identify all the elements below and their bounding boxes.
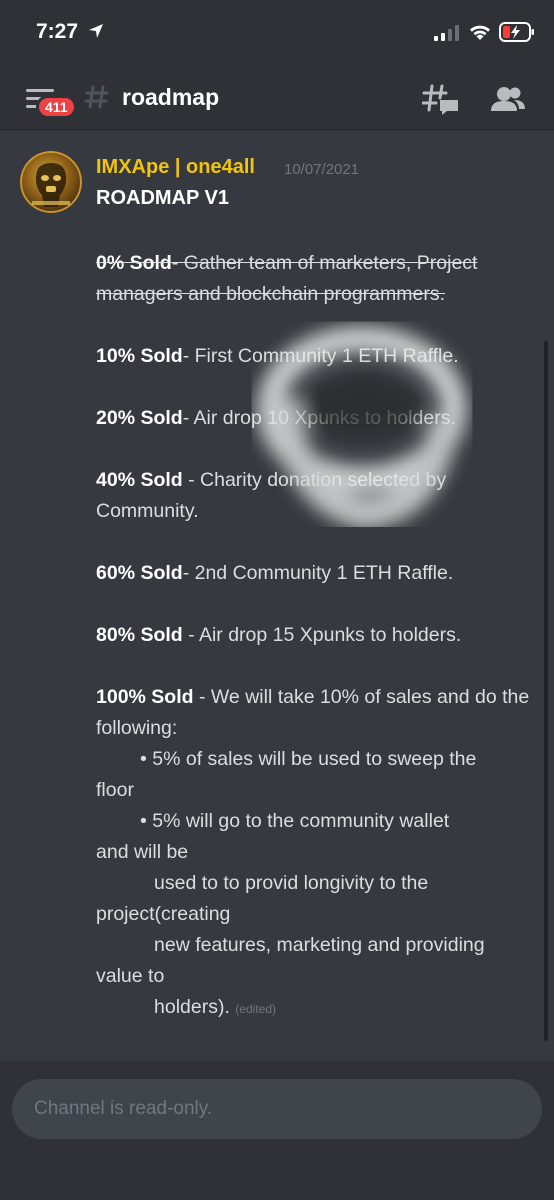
milestone-label: 100% Sold xyxy=(96,686,194,708)
status-bar: 7:27 xyxy=(0,0,554,64)
milestone-text: - First Community 1 ETH Raffle. xyxy=(182,345,459,367)
roadmap-60-percent: 60% Sold- 2nd Community 1 ETH Raffle. xyxy=(96,558,536,589)
final-line-text: holders). xyxy=(154,996,230,1018)
composer-placeholder: Channel is read-only. xyxy=(34,1098,213,1119)
battery-charging-icon xyxy=(499,22,534,42)
indented-line: new features, marketing and providing xyxy=(154,934,485,956)
indented-line-wrap: value to xyxy=(96,965,165,987)
milestone-text: - 2nd Community 1 ETH Raffle. xyxy=(182,562,454,584)
milestone-label: 10% Sold xyxy=(96,345,183,367)
milestone-label: 0% Sold xyxy=(96,252,172,274)
roadmap-0-percent: 0% Sold- Gather team of marketers, Proje… xyxy=(96,248,536,310)
roadmap-40-percent: 40% Sold - Charity donation selected by … xyxy=(96,465,536,527)
scrollbar[interactable] xyxy=(544,341,548,1041)
composer: Channel is read-only. xyxy=(0,1061,554,1200)
milestone-label: 20% Sold xyxy=(96,407,183,429)
bullet-line-wrap: floor xyxy=(96,779,134,801)
unread-badge: 411 xyxy=(36,95,77,119)
message-title: ROADMAP V1 xyxy=(96,187,229,209)
roadmap-10-percent: 10% Sold- First Community 1 ETH Raffle. xyxy=(96,341,536,372)
ape-avatar-image xyxy=(20,151,82,213)
milestone-label: 60% Sold xyxy=(96,562,183,584)
milestone-label: 80% Sold xyxy=(96,624,183,646)
wifi-icon xyxy=(470,25,490,40)
roadmap-20-percent: 20% Sold- Air drop 10 Xpunks to holders. xyxy=(96,403,536,434)
milestone-text: - Air drop 10 Xpunks to holders. xyxy=(182,407,456,429)
milestone-label: 40% Sold xyxy=(96,469,183,491)
channel-name: roadmap xyxy=(122,84,220,110)
indented-line-wrap: project(creating xyxy=(96,903,231,925)
location-arrow-icon xyxy=(89,24,103,38)
bullet-line: • 5% of sales will be used to sweep the xyxy=(140,748,477,770)
threads-icon[interactable] xyxy=(422,84,460,116)
roadmap-100-percent: 100% Sold - We will take 10% of sales an… xyxy=(96,682,536,1025)
indented-line: used to to provid longivity to the xyxy=(154,872,429,894)
milestone-text: - Air drop 15 Xpunks to holders. xyxy=(182,624,462,646)
message-author[interactable]: IMXApe | one4all xyxy=(96,156,255,179)
channel-header: 411 roadmap xyxy=(0,64,554,130)
status-time: 7:27 xyxy=(36,20,79,43)
avatar[interactable] xyxy=(20,151,82,213)
bullet-line: • 5% will go to the community wallet xyxy=(140,810,450,832)
message-timestamp: 10/07/2021 xyxy=(284,161,360,178)
message-input-disabled[interactable]: Channel is read-only. xyxy=(12,1079,542,1139)
hash-icon xyxy=(84,85,109,109)
message-list[interactable]: IMXApe | one4all 10/07/2021 ROADMAP V1 0… xyxy=(0,131,554,1061)
bullet-line-wrap: and will be xyxy=(96,841,189,863)
roadmap-80-percent: 80% Sold - Air drop 15 Xpunks to holders… xyxy=(96,620,536,651)
indented-line: holders). (edited) xyxy=(96,992,536,1025)
members-icon[interactable] xyxy=(490,86,526,112)
edited-marker: (edited) xyxy=(235,1002,276,1016)
message-body: 0% Sold- Gather team of marketers, Proje… xyxy=(96,248,536,1025)
cellular-signal-icon xyxy=(434,25,459,41)
